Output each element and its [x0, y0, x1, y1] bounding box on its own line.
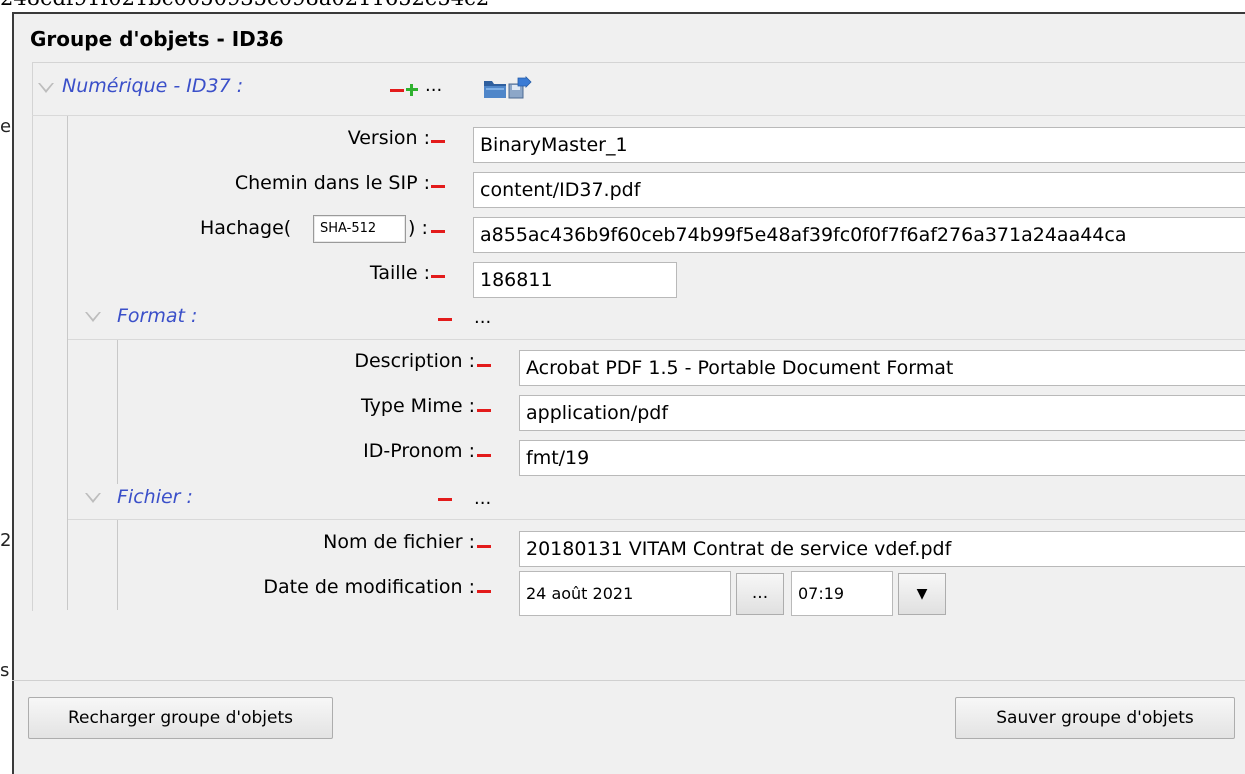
remove-modification-date-icon[interactable] — [477, 590, 491, 593]
hash-label: Hachage( — [200, 217, 292, 239]
format-more-button[interactable]: ... — [474, 307, 491, 328]
hash-label-suffix: ) : — [408, 217, 428, 239]
footer-divider — [12, 680, 1245, 681]
file-section-title: Fichier : — [117, 486, 193, 508]
remove-hash-icon[interactable] — [431, 230, 445, 233]
time-dropdown-icon[interactable]: ▼ — [898, 573, 946, 615]
filename-label: Nom de fichier : — [323, 531, 475, 553]
remove-file-icon[interactable] — [438, 498, 452, 501]
sip-path-label: Chemin dans le SIP : — [234, 172, 430, 194]
description-label: Description : — [354, 350, 475, 372]
version-field[interactable]: BinaryMaster_1 — [473, 127, 1245, 163]
time-field[interactable]: 07:19 — [791, 571, 893, 616]
sip-path-field[interactable]: content/ID37.pdf — [473, 172, 1245, 208]
tree-guide-line — [67, 116, 68, 610]
remove-mime-type-icon[interactable] — [477, 409, 491, 412]
hash-value-field[interactable]: a855ac436b9f60ceb74b99f5e48af39fc0f0f7f6… — [473, 217, 1245, 253]
section-divider — [32, 115, 1245, 116]
numeric-section-title: Numérique - ID37 : — [62, 75, 244, 97]
mime-type-label: Type Mime : — [361, 395, 475, 417]
remove-filename-icon[interactable] — [477, 545, 491, 548]
date-field[interactable]: 24 août 2021 — [519, 571, 731, 616]
numeric-more-button[interactable]: ... — [425, 75, 442, 96]
background-char: e — [0, 116, 12, 137]
numeric-collapse-icon[interactable] — [38, 83, 54, 93]
folder-icon[interactable] — [483, 77, 507, 104]
tree-guide-line — [117, 520, 118, 610]
panel-title: Groupe d'objets - ID36 — [30, 27, 284, 51]
filename-field[interactable]: 20180131 VITAM Contrat de service vdef.p… — [519, 531, 1245, 567]
remove-format-icon[interactable] — [438, 318, 452, 321]
background-hash-text: 248edf91f021bc0050935c098a0211652e54c2 — [0, 0, 489, 10]
remove-description-icon[interactable] — [477, 364, 491, 367]
version-label: Version : — [347, 127, 430, 149]
size-field[interactable]: 186811 — [473, 262, 677, 298]
remove-size-icon[interactable] — [431, 275, 445, 278]
section-divider — [68, 519, 1245, 520]
format-section-title: Format : — [117, 305, 198, 327]
remove-numeric-icon[interactable] — [390, 89, 404, 92]
reload-object-group-button[interactable]: Recharger groupe d'objets — [28, 697, 333, 739]
format-collapse-icon[interactable] — [85, 312, 101, 322]
add-numeric-icon[interactable] — [406, 84, 418, 96]
remove-sip-path-icon[interactable] — [431, 185, 445, 188]
remove-version-icon[interactable] — [431, 140, 445, 143]
file-more-button[interactable]: ... — [474, 488, 491, 509]
save-icon[interactable] — [506, 76, 532, 105]
background-char: 2 — [0, 530, 12, 551]
background-char: s — [0, 660, 10, 681]
panel-title-more-button[interactable]: ... — [256, 27, 274, 49]
pronom-id-label: ID-Pronom : — [363, 440, 475, 462]
size-label: Taille : — [369, 262, 430, 284]
pronom-id-field[interactable]: fmt/19 — [519, 440, 1245, 476]
mime-type-field[interactable]: application/pdf — [519, 395, 1245, 431]
remove-pronom-id-icon[interactable] — [477, 454, 491, 457]
date-picker-button[interactable]: ... — [736, 573, 784, 615]
description-field[interactable]: Acrobat PDF 1.5 - Portable Document Form… — [519, 350, 1245, 386]
hash-algorithm-select[interactable]: SHA-512 — [313, 215, 406, 243]
modification-date-label: Date de modification : — [263, 576, 475, 598]
section-divider — [68, 339, 1245, 340]
tree-guide-line — [117, 340, 118, 484]
file-collapse-icon[interactable] — [85, 493, 101, 503]
save-object-group-button[interactable]: Sauver groupe d'objets — [955, 697, 1235, 739]
